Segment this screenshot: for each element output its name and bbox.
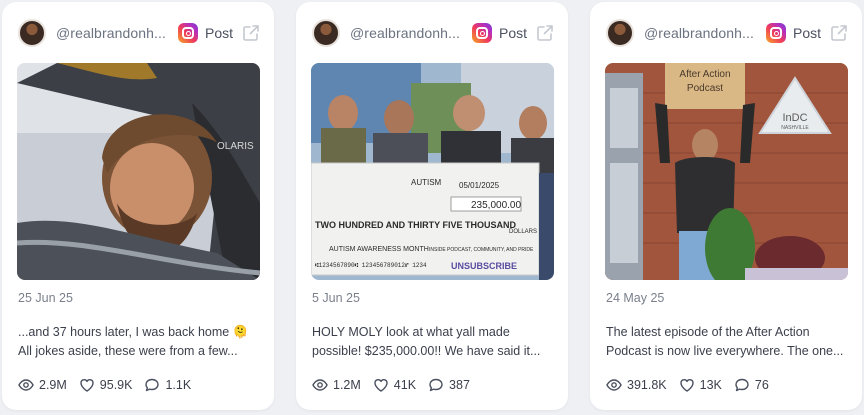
post-type-label: Post <box>793 25 822 41</box>
heart-icon <box>374 379 388 392</box>
post-image[interactable]: AUTISM 05/01/2025 235,000.00 TWO HUNDRED… <box>311 63 554 280</box>
comments-stat: 76 <box>734 377 769 393</box>
external-link-icon[interactable] <box>830 24 848 42</box>
likes-count: 13K <box>699 378 722 392</box>
post-stats: 391.8K 13K 76 <box>606 377 781 393</box>
heart-icon <box>80 379 94 392</box>
post-date: 5 Jun 25 <box>312 291 360 305</box>
views-stat: 391.8K <box>606 377 667 393</box>
comments-stat: 1.1K <box>144 377 191 393</box>
avatar[interactable] <box>606 19 634 47</box>
post-stats: 2.9M 95.9K 1.1K <box>18 377 203 393</box>
check-payee: AUTISM <box>411 178 442 187</box>
check-micr: ⑆1234567890⑆ 123456789012⑈ 1234 <box>315 262 427 269</box>
likes-count: 41K <box>393 378 417 392</box>
post-caption[interactable]: The latest episode of the After Action P… <box>606 323 850 361</box>
card-header: @realbrandonh... Post <box>18 18 260 48</box>
post-card[interactable]: @realbrandonh... Post OLARIS 25 Jun 25 .… <box>2 2 274 410</box>
post-image[interactable]: OLARIS <box>17 63 260 280</box>
comments-count: 1.1K <box>165 378 192 392</box>
post-type-label: Post <box>499 25 528 41</box>
patch-text: OLARIS <box>217 141 254 152</box>
comment-icon <box>429 378 443 392</box>
check-brand: UNSUBSCRIBE <box>451 261 517 271</box>
avatar[interactable] <box>312 19 340 47</box>
comments-stat: 387 <box>428 377 470 393</box>
likes-stat: 95.9K <box>79 377 133 393</box>
check-amount-words: TWO HUNDRED AND THIRTY FIVE THOUSAND <box>315 220 516 230</box>
post-date: 25 Jun 25 <box>18 291 73 305</box>
views-count: 391.8K <box>627 378 667 392</box>
account-handle[interactable]: @realbrandonh... <box>350 25 462 41</box>
caption-line: possible! $235,000.00!! We have said it.… <box>312 344 541 358</box>
post-card[interactable]: @realbrandonh... Post After Action Podca… <box>590 2 862 410</box>
logo-text: InDC <box>782 112 807 124</box>
views-stat: 2.9M <box>18 377 67 393</box>
sign-text: After Action <box>679 69 730 80</box>
instagram-icon <box>178 23 198 43</box>
card-header: @realbrandonh... Post <box>312 18 554 48</box>
post-image[interactable]: After Action Podcast InDC NASHVILLE <box>605 63 848 280</box>
account-handle[interactable]: @realbrandonh... <box>644 25 756 41</box>
caption-line: Podcast is now live everywhere. The one.… <box>606 344 844 358</box>
post-caption[interactable]: ...and 37 hours later, I was back home 🫠… <box>18 323 262 361</box>
external-link-icon[interactable] <box>242 24 260 42</box>
views-count: 2.9M <box>39 378 67 392</box>
comment-icon <box>145 378 160 392</box>
comments-count: 387 <box>449 378 470 392</box>
likes-stat: 41K <box>373 377 416 393</box>
check-date: 05/01/2025 <box>459 181 500 190</box>
external-link-icon[interactable] <box>536 24 554 42</box>
caption-line: ...and 37 hours later, I was back home 🫠 <box>18 325 249 339</box>
likes-stat: 13K <box>679 377 722 393</box>
caption-line: All jokes aside, these were from a few..… <box>18 344 238 358</box>
account-handle[interactable]: @realbrandonh... <box>56 25 168 41</box>
post-type-label: Post <box>205 25 234 41</box>
sign-text: Podcast <box>687 83 723 94</box>
comment-icon <box>735 378 749 392</box>
eye-icon <box>18 379 34 391</box>
likes-count: 95.9K <box>99 378 133 392</box>
views-stat: 1.2M <box>312 377 361 393</box>
post-stats: 1.2M 41K 387 <box>312 377 482 393</box>
comments-count: 76 <box>754 378 769 392</box>
caption-line: HOLY MOLY look at what yall made <box>312 325 510 339</box>
check-dollars: DOLLARS <box>509 229 537 235</box>
check-memo: AUTISM AWARENESS MONTH <box>329 246 429 253</box>
instagram-icon <box>472 23 492 43</box>
avatar[interactable] <box>18 19 46 47</box>
instagram-icon <box>766 23 786 43</box>
views-count: 1.2M <box>333 378 361 392</box>
heart-icon <box>679 379 694 392</box>
post-caption[interactable]: HOLY MOLY look at what yall made possibl… <box>312 323 556 361</box>
post-card[interactable]: @realbrandonh... Post AUTISM 05/01/2025 <box>296 2 568 410</box>
card-header: @realbrandonh... Post <box>606 18 848 48</box>
post-date: 24 May 25 <box>606 291 665 305</box>
check-amount: 235,000.00 <box>471 200 521 211</box>
eye-icon <box>606 379 622 391</box>
check-note: INSIDE PODCAST, COMMUNITY, AND PRIDE <box>429 247 534 253</box>
logo-subtext: NASHVILLE <box>781 125 809 131</box>
caption-line: The latest episode of the After Action <box>606 325 810 339</box>
eye-icon <box>312 379 328 391</box>
